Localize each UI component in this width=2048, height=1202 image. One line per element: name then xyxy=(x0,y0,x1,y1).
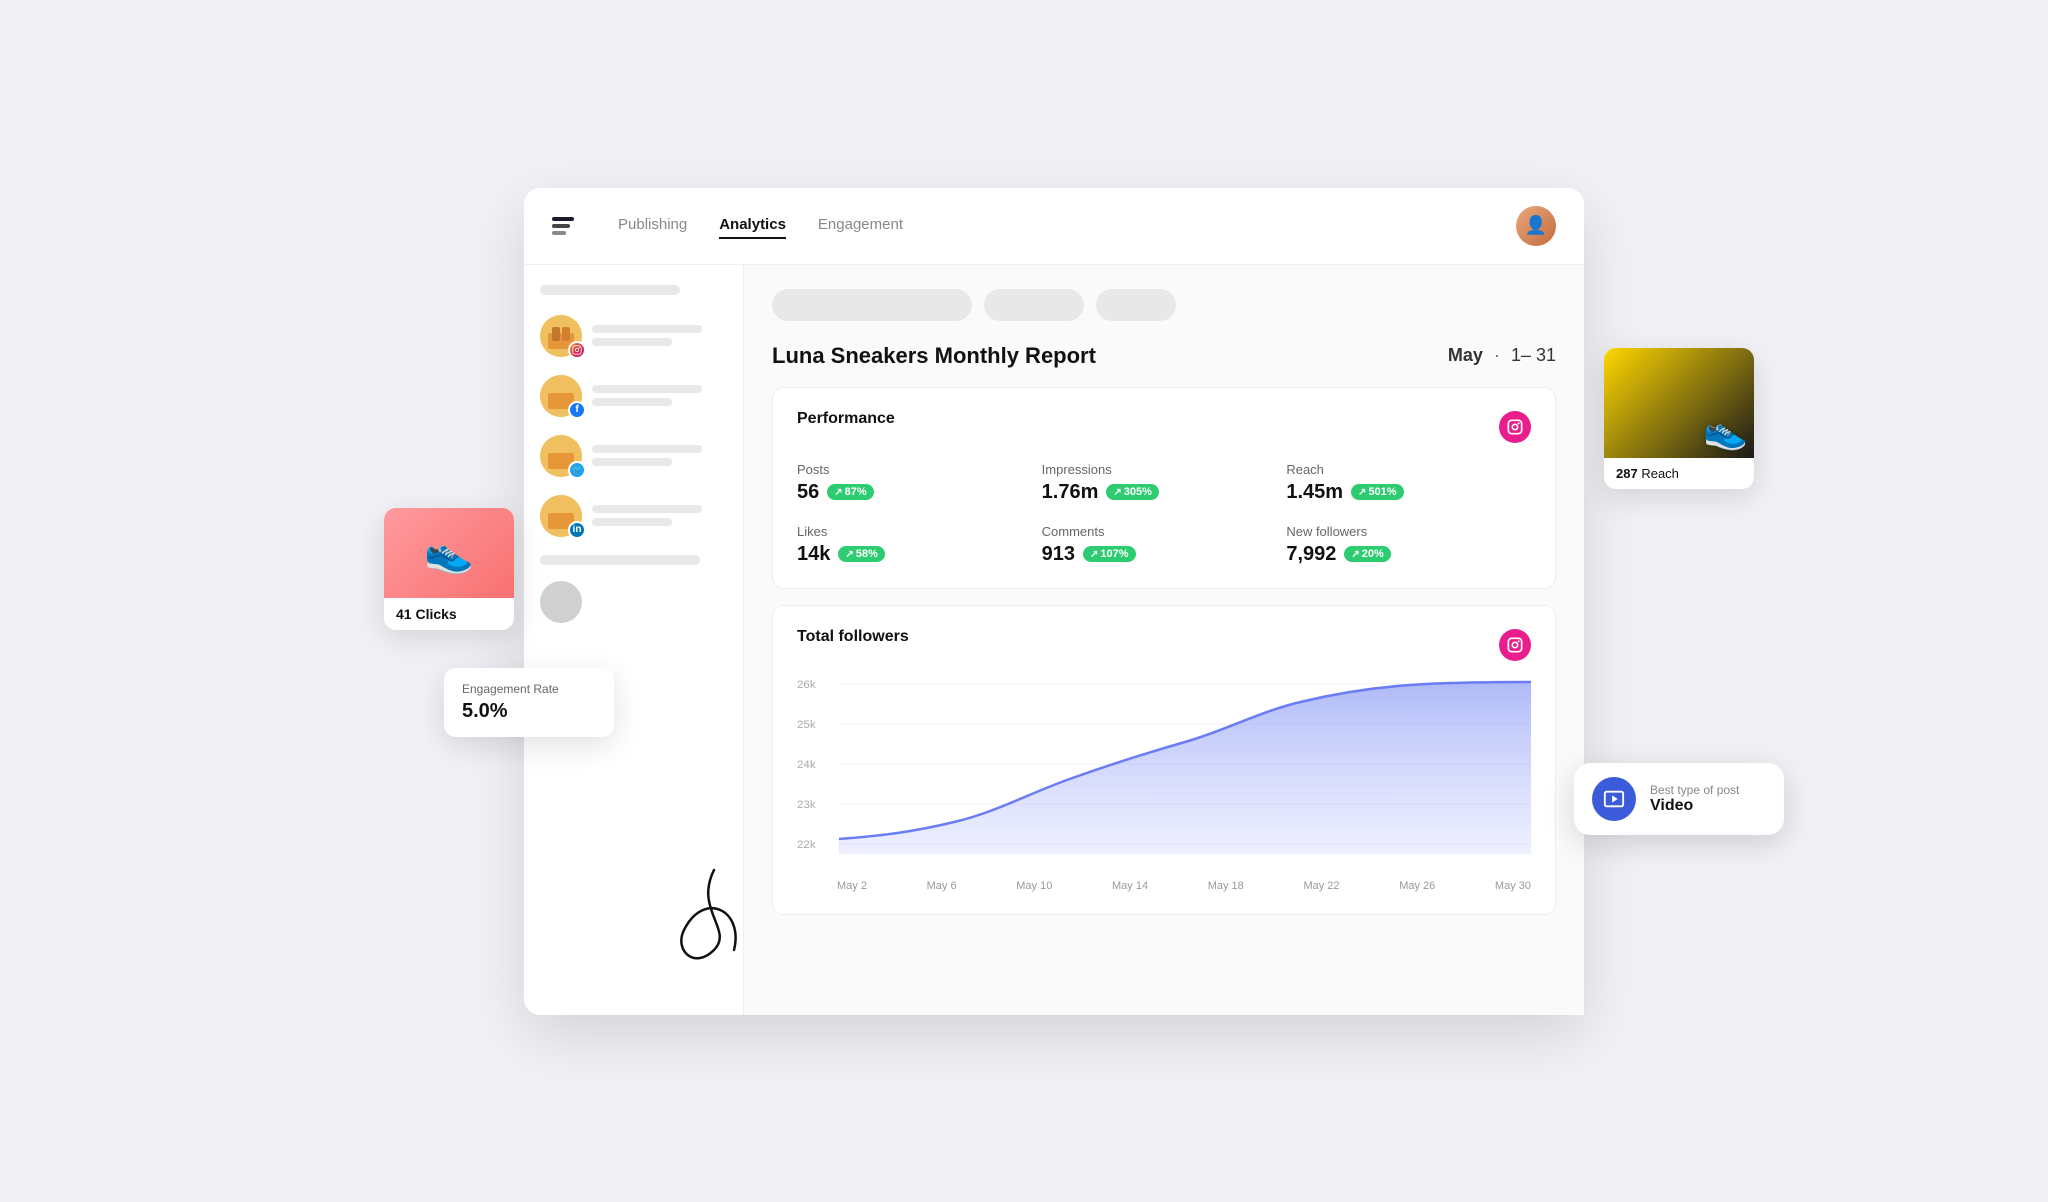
chart-area: 26k 25k 24k 23k 22k xyxy=(797,674,1531,874)
body-layout: f 🐦 xyxy=(524,265,1584,1015)
svg-text:25k: 25k xyxy=(797,719,816,731)
followers-chart-card: Total followers 26k 2 xyxy=(772,605,1556,915)
svg-text:22k: 22k xyxy=(797,839,816,851)
metric-reach: Reach 1.45m 501% xyxy=(1286,462,1531,504)
svg-text:26k: 26k xyxy=(797,679,816,691)
app-logo[interactable] xyxy=(552,217,574,235)
report-header: Luna Sneakers Monthly Report May · 1– 31 xyxy=(772,343,1556,369)
main-window: Publishing Analytics Engagement 👤 xyxy=(524,188,1584,1015)
metric-comments: Comments 913 107% xyxy=(1042,524,1287,566)
sidebar-item-lines xyxy=(592,505,727,526)
floating-clicks-card: 👟 41 Clicks xyxy=(384,508,514,630)
sidebar-item-linkedin[interactable]: in xyxy=(540,495,727,537)
sidebar-item-lines xyxy=(592,385,727,406)
facebook-badge: f xyxy=(568,401,586,419)
sidebar-item-lines xyxy=(592,445,727,466)
sidebar-ghost-avatar xyxy=(540,581,582,623)
floating-clicks-image: 👟 xyxy=(384,508,514,598)
metrics-grid: Posts 56 87% Impressions 1.76m 305% xyxy=(797,462,1531,566)
report-title: Luna Sneakers Monthly Report xyxy=(772,343,1096,369)
instagram-badge xyxy=(568,341,586,359)
performance-title: Performance xyxy=(797,410,895,428)
metric-likes: Likes 14k 58% xyxy=(797,524,1042,566)
engagement-rate-value: 5.0% xyxy=(462,700,596,723)
followers-chart-svg: 26k 25k 24k 23k 22k xyxy=(797,674,1531,874)
svg-text:24k: 24k xyxy=(797,759,816,771)
best-post-value: Video xyxy=(1650,797,1739,815)
sidebar-search-placeholder xyxy=(540,285,680,295)
best-post-icon xyxy=(1592,777,1636,821)
chart-title: Total followers xyxy=(797,628,909,646)
floating-engagement-card: Engagement Rate 5.0% xyxy=(444,668,614,737)
nav-bar: Publishing Analytics Engagement 👤 xyxy=(524,188,1584,265)
metric-impressions: Impressions 1.76m 305% xyxy=(1042,462,1287,504)
sidebar-item-facebook[interactable]: f xyxy=(540,375,727,417)
floating-reach-image: 👟 xyxy=(1604,348,1754,458)
twitter-badge: 🐦 xyxy=(568,461,586,479)
chart-x-labels: May 2 May 6 May 10 May 14 May 18 May 22 … xyxy=(797,874,1531,892)
filter-pill-1[interactable] xyxy=(772,289,972,321)
floating-best-post-card: Best type of post Video xyxy=(1574,763,1784,835)
tab-analytics[interactable]: Analytics xyxy=(719,212,786,239)
report-date: May · 1– 31 xyxy=(1448,345,1556,366)
tab-engagement[interactable]: Engagement xyxy=(818,212,903,239)
sidebar-item-twitter[interactable]: 🐦 xyxy=(540,435,727,477)
performance-card: Performance Posts 56 87% Impressions xyxy=(772,387,1556,589)
filter-pill-2[interactable] xyxy=(984,289,1084,321)
user-avatar[interactable]: 👤 xyxy=(1516,206,1556,246)
main-content: Luna Sneakers Monthly Report May · 1– 31… xyxy=(744,265,1584,1015)
tab-publishing[interactable]: Publishing xyxy=(618,212,687,239)
metric-new-followers: New followers 7,992 20% xyxy=(1286,524,1531,566)
sidebar: f 🐦 xyxy=(524,265,744,1015)
svg-text:23k: 23k xyxy=(797,799,816,811)
metric-posts: Posts 56 87% xyxy=(797,462,1042,504)
floating-reach-label: 287 Reach xyxy=(1604,458,1754,489)
engagement-rate-label: Engagement Rate xyxy=(462,682,596,696)
floating-reach-card: 👟 287 Reach xyxy=(1604,348,1754,489)
best-post-label: Best type of post xyxy=(1650,783,1739,797)
chart-instagram-icon xyxy=(1499,629,1531,661)
floating-clicks-label: 41 Clicks xyxy=(384,598,514,630)
sidebar-item-instagram[interactable] xyxy=(540,315,727,357)
best-post-text: Best type of post Video xyxy=(1650,783,1739,815)
sidebar-item-lines xyxy=(592,325,727,346)
filter-bar xyxy=(772,289,1556,321)
linkedin-badge: in xyxy=(568,521,586,539)
instagram-icon xyxy=(1499,411,1531,443)
filter-pill-3[interactable] xyxy=(1096,289,1176,321)
